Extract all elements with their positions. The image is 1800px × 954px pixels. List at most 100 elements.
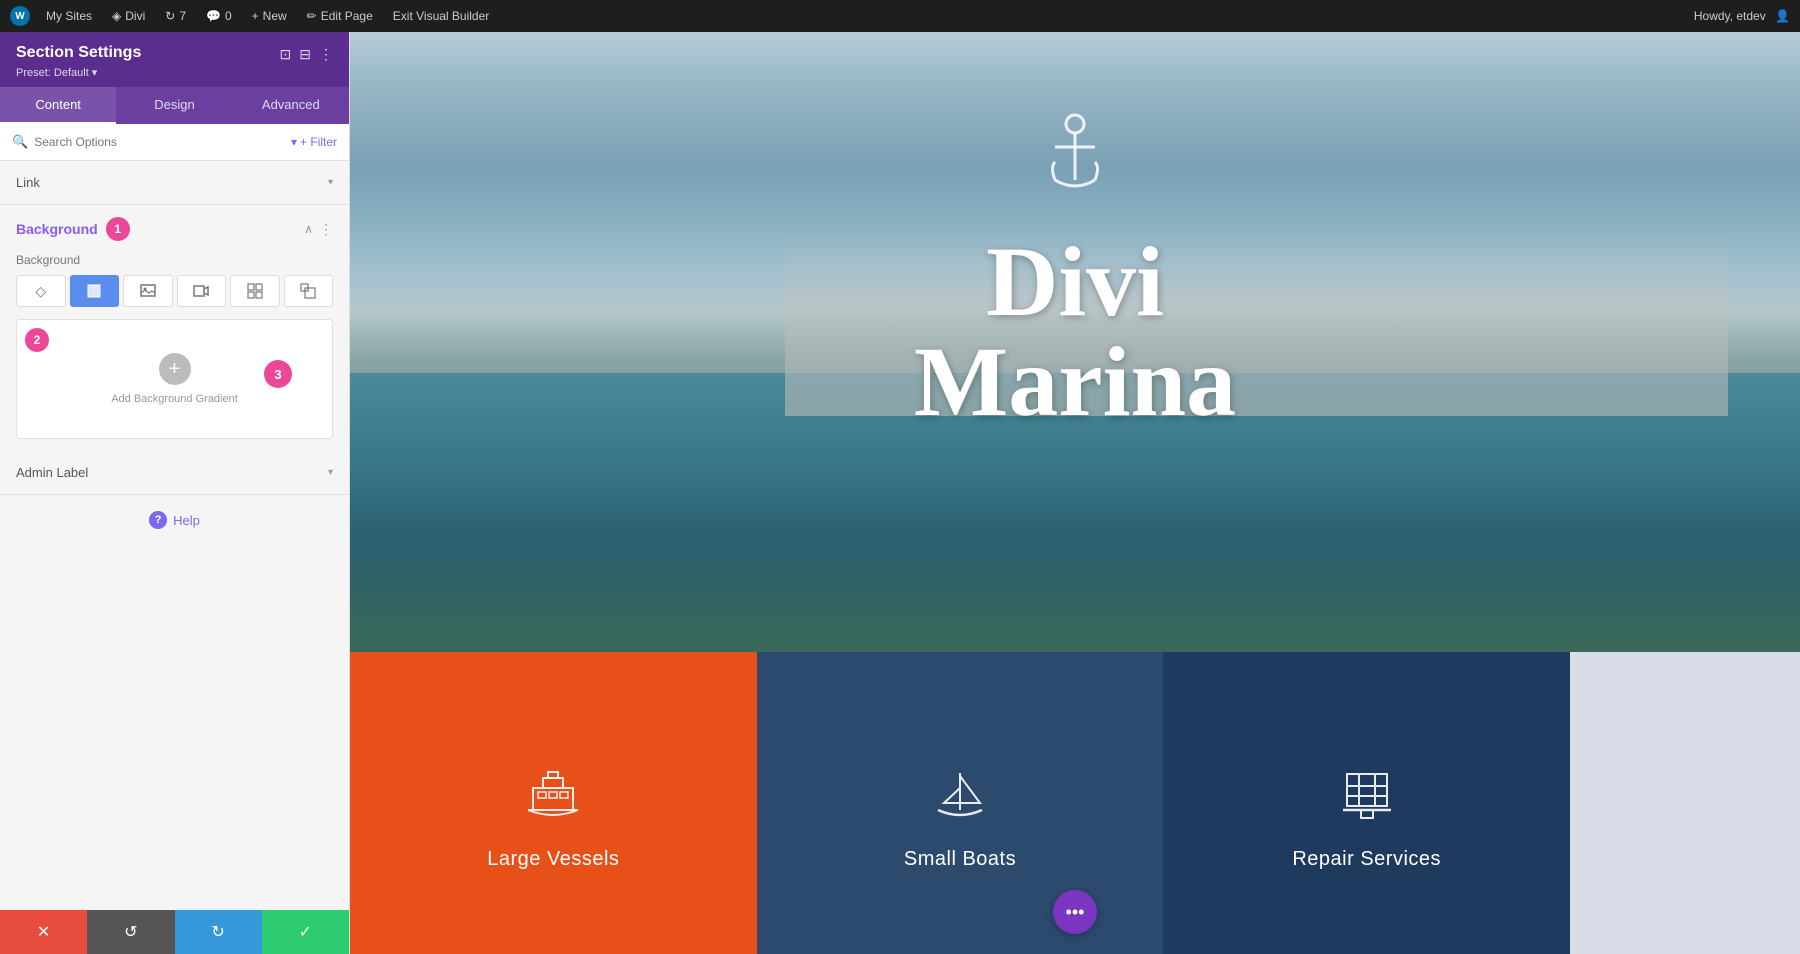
hero-title: Divi Marina (914, 232, 1236, 432)
repair-icon (1337, 768, 1397, 832)
panel-search-bar: 🔍 ▾ + Filter (0, 124, 349, 161)
step-badge-3: 3 (264, 360, 292, 388)
bg-section-title: Background (16, 221, 98, 237)
repair-svg (1337, 768, 1397, 823)
large-vessels-icon (523, 768, 583, 832)
search-icon: 🔍 (12, 134, 28, 150)
filter-icon: ▾ (291, 135, 297, 149)
sync-count: 7 (179, 9, 186, 23)
comments-count: 0 (225, 9, 232, 23)
edit-page-label: Edit Page (321, 9, 373, 23)
admin-label-arrow: ▾ (328, 467, 333, 478)
background-section: Background 1 ∧ ⋮ Background ◇ (0, 205, 349, 451)
filter-label: + Filter (300, 135, 337, 149)
large-vessels-svg (523, 768, 583, 823)
sync-menu[interactable]: ↻ 7 (157, 5, 194, 27)
save-button[interactable]: ✓ (262, 910, 349, 954)
preset-arrow-icon: ▾ (92, 66, 98, 79)
dots-icon: ••• (1066, 902, 1085, 923)
panel-more-btn[interactable]: ⋮ (319, 46, 333, 63)
user-greeting: Howdy, etdev 👤 (1694, 9, 1790, 23)
help-row[interactable]: ? Help (0, 495, 349, 545)
add-gradient-button[interactable]: + (159, 353, 191, 385)
divi-label: Divi (125, 9, 145, 23)
bg-type-image[interactable] (123, 275, 173, 307)
bg-title-wrap: Background 1 (16, 217, 130, 241)
image-icon (140, 283, 156, 299)
panel-split-btn[interactable]: ⊟ (299, 46, 311, 63)
bg-section-controls: ∧ ⋮ (304, 221, 333, 238)
panel-expand-btn[interactable]: ⊡ (280, 46, 292, 63)
sync-icon: ↻ (165, 9, 175, 23)
user-avatar-icon[interactable]: 👤 (1775, 9, 1790, 23)
bg-section-header: Background 1 ∧ ⋮ (16, 217, 333, 241)
tab-content[interactable]: Content (0, 87, 116, 124)
small-boats-label: Small Boats (904, 848, 1016, 871)
admin-bar: W My Sites ◈ Divi ↻ 7 💬 0 + New ✏ Edit P… (0, 0, 1800, 32)
gradient-area: 2 3 + Add Background Gradient (16, 319, 333, 439)
admin-label-title: Admin Label (16, 465, 88, 480)
redo-button[interactable]: ↻ (175, 910, 262, 954)
tab-advanced[interactable]: Advanced (233, 87, 349, 124)
new-label: New (263, 9, 287, 23)
anchor-svg (1040, 112, 1110, 192)
small-boats-icon (930, 768, 990, 832)
comments-menu[interactable]: 💬 0 (198, 5, 240, 27)
canvas-area: Divi Marina (350, 32, 1800, 954)
link-section: Link ▾ (0, 161, 349, 205)
help-label: Help (173, 513, 200, 528)
bg-type-buttons: ◇ (16, 275, 333, 307)
main-layout: Section Settings Preset: Default ▾ ⊡ ⊟ ⋮… (0, 32, 1800, 954)
divi-icon: ◈ (112, 9, 121, 23)
comments-icon: 💬 (206, 9, 221, 23)
cancel-button[interactable]: ✕ (0, 910, 87, 954)
new-menu[interactable]: + New (244, 5, 295, 27)
pencil-icon: ✏ (307, 9, 317, 23)
bg-type-none[interactable]: ◇ (16, 275, 66, 307)
large-vessels-label: Large Vessels (487, 848, 619, 871)
tab-design[interactable]: Design (116, 87, 232, 124)
link-collapse-row[interactable]: Link ▾ (0, 161, 349, 204)
link-collapse-arrow: ▾ (328, 177, 333, 188)
service-card-large-vessels: Large Vessels (350, 652, 757, 954)
panel-header-actions: ⊡ ⊟ ⋮ (280, 46, 333, 63)
admin-label-collapse-row[interactable]: Admin Label ▾ (0, 451, 349, 494)
section-settings-panel: Section Settings Preset: Default ▾ ⊡ ⊟ ⋮… (0, 32, 350, 954)
panel-tabs: Content Design Advanced (0, 87, 349, 124)
panel-header-top: Section Settings Preset: Default ▾ ⊡ ⊟ ⋮ (16, 44, 333, 79)
bg-type-color[interactable] (70, 275, 120, 307)
undo-button[interactable]: ↺ (87, 910, 174, 954)
hero-title-line1: Divi (914, 232, 1236, 332)
search-input[interactable] (34, 135, 291, 149)
divi-menu[interactable]: ◈ Divi (104, 5, 153, 27)
panel-preset[interactable]: Preset: Default ▾ (16, 66, 141, 79)
video-icon (193, 283, 209, 299)
small-boats-svg (930, 768, 990, 823)
exit-builder-btn[interactable]: Exit Visual Builder (385, 5, 498, 27)
hero-title-line2: Marina (914, 332, 1236, 432)
hero-anchor-icon (1040, 112, 1110, 203)
wp-logo-icon[interactable]: W (10, 6, 30, 26)
bg-type-video[interactable] (177, 275, 227, 307)
step-badge-1: 1 (106, 217, 130, 241)
bg-collapse-btn[interactable]: ∧ (304, 222, 313, 236)
help-icon: ? (149, 511, 167, 529)
link-section-title: Link (16, 175, 40, 190)
mask-icon (300, 283, 316, 299)
bg-menu-btn[interactable]: ⋮ (319, 221, 333, 238)
edit-page-btn[interactable]: ✏ Edit Page (299, 5, 381, 27)
repair-label: Repair Services (1292, 848, 1441, 871)
hero-section: Divi Marina (350, 32, 1800, 652)
preset-label: Preset: Default (16, 67, 89, 79)
panel-title: Section Settings (16, 44, 141, 62)
bg-type-mask[interactable] (284, 275, 334, 307)
add-gradient-text: Add Background Gradient (111, 393, 238, 405)
my-sites-menu[interactable]: My Sites (38, 5, 100, 27)
user-label: Howdy, etdev (1694, 9, 1766, 23)
bg-type-pattern[interactable] (230, 275, 280, 307)
filter-button[interactable]: ▾ + Filter (291, 135, 337, 149)
panel-header: Section Settings Preset: Default ▾ ⊡ ⊟ ⋮ (0, 32, 349, 87)
bottom-toolbar: ✕ ↺ ↻ ✓ (0, 910, 349, 954)
floating-dots-button[interactable]: ••• (1053, 890, 1097, 934)
panel-title-group: Section Settings Preset: Default ▾ (16, 44, 141, 79)
